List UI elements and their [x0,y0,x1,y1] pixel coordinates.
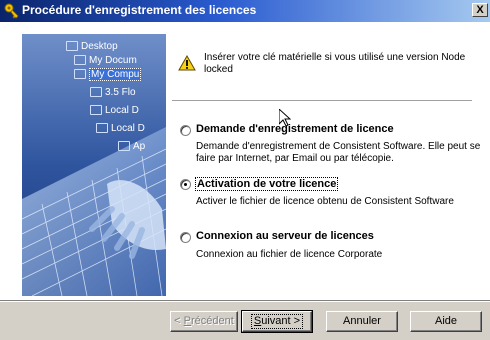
close-button[interactable]: X [472,3,488,17]
drive-icon [96,123,108,133]
computer-icon [74,69,86,79]
desktop-icon [66,41,78,51]
option-title-license-server[interactable]: Connexion au serveur de licences [196,230,374,242]
drive-icon [90,105,102,115]
tree-item: Local D [90,104,139,116]
button-bar-divider [0,300,490,302]
wizard-side-image: Desktop My Docum My Compu 3.5 Flo Local … [22,34,166,296]
floppy-icon [90,87,102,97]
mouse-cursor-icon [279,109,291,127]
wizard-content: Desktop My Docum My Compu 3.5 Flo Local … [0,22,490,300]
tree-item: My Compu [74,67,142,81]
folder-tree: Desktop My Docum My Compu 3.5 Flo Local … [22,34,166,296]
tree-item: Ap [118,140,145,152]
window-title: Procédure d'enregistrement des licences [22,3,257,17]
tree-item: My Docum [74,54,137,66]
next-button[interactable]: Suivant > [241,310,313,333]
radio-license-server[interactable] [180,232,191,243]
dialog-window: Procédure d'enregistrement des licences … [0,0,490,340]
title-bar[interactable]: Procédure d'enregistrement des licences … [0,0,490,22]
tree-item: Local D [96,122,145,134]
tree-item: Desktop [66,40,118,52]
option-desc-license-activation: Activer le fichier de licence obtenu de … [196,196,454,207]
key-icon [4,3,19,19]
warning-icon [178,55,196,71]
folder-icon [118,141,130,151]
option-desc-license-request: Demande d'enregistrement de Consistent S… [196,141,481,164]
divider [172,100,472,102]
warning-message: Insérer votre clé matérielle si vous uti… [204,52,466,75]
radio-license-activation[interactable] [180,179,191,190]
folder-icon [74,55,86,65]
option-desc-license-server: Connexion au fichier de licence Corporat… [196,249,383,260]
tree-item: 3.5 Flo [90,86,136,98]
option-title-license-request[interactable]: Demande d'enregistrement de licence [196,123,394,135]
previous-button[interactable]: < Précédent [170,311,238,332]
help-button[interactable]: Aide [410,311,482,332]
option-title-license-activation[interactable]: Activation de votre licence [195,177,339,191]
cancel-button[interactable]: Annuler [326,311,398,332]
radio-license-request[interactable] [180,125,191,136]
